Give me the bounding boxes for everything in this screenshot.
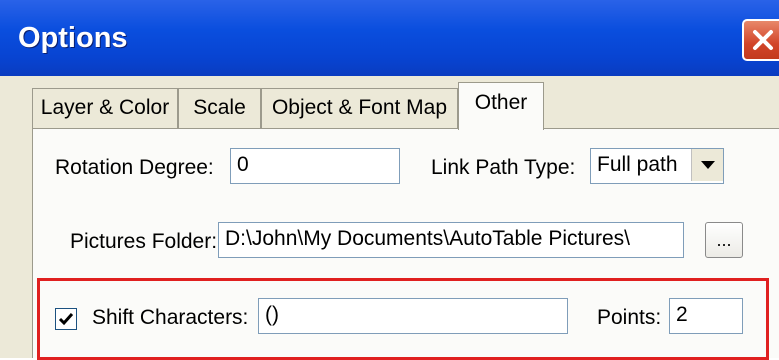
title-bar: Options	[0, 0, 779, 76]
points-input[interactable]: 2	[669, 298, 743, 334]
shift-characters-input[interactable]: ()	[258, 298, 568, 334]
tab-object-font-map[interactable]: Object & Font Map	[261, 88, 458, 128]
shift-characters-label: Shift Characters:	[92, 306, 249, 329]
tab-label: Other	[474, 91, 528, 114]
chevron-down-icon	[701, 161, 715, 169]
tab-label: Scale	[193, 96, 246, 119]
tab-layer-color[interactable]: Layer & Color	[32, 88, 178, 128]
rotation-degree-label: Rotation Degree:	[55, 156, 214, 179]
tab-scale[interactable]: Scale	[178, 88, 261, 128]
window-title: Options	[18, 22, 128, 54]
dropdown-button[interactable]	[691, 149, 723, 181]
link-path-type-select[interactable]: Full path	[590, 148, 724, 184]
link-path-type-label: Link Path Type:	[431, 156, 576, 179]
close-icon	[753, 30, 773, 50]
points-label: Points:	[597, 306, 662, 329]
close-button[interactable]	[742, 19, 779, 61]
tab-label: Object & Font Map	[271, 96, 448, 119]
pictures-folder-label: Pictures Folder:	[70, 230, 218, 253]
link-path-type-value: Full path	[597, 153, 678, 176]
tab-label: Layer & Color	[40, 96, 170, 119]
tab-other[interactable]: Other	[458, 82, 544, 130]
rotation-degree-input[interactable]: 0	[230, 148, 400, 184]
browse-button[interactable]: ...	[705, 222, 743, 258]
shift-characters-checkbox[interactable]	[55, 308, 77, 330]
pictures-folder-input[interactable]: D:\John\My Documents\AutoTable Pictures\	[218, 222, 684, 258]
checkmark-icon	[58, 313, 74, 326]
